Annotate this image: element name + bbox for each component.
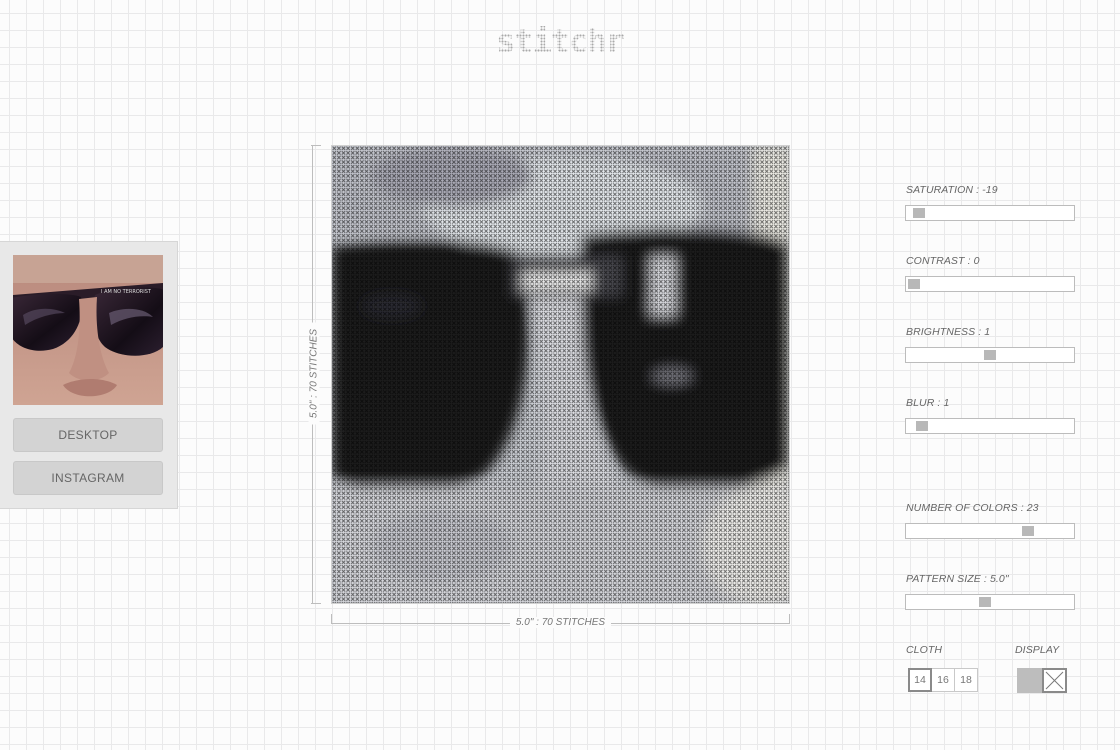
display-mode-selector	[1017, 668, 1067, 693]
display-label: DISPLAY	[1015, 644, 1060, 656]
image-source-panel: I AM NO TERRORIST DESKTOP INSTAGRAM	[0, 241, 178, 509]
cloth-label: CLOTH	[906, 644, 943, 656]
desktop-upload-button[interactable]: DESKTOP	[13, 418, 163, 452]
instagram-import-button[interactable]: INSTAGRAM	[13, 461, 163, 495]
source-thumbnail[interactable]: I AM NO TERRORIST	[13, 255, 163, 405]
number-of-colors-slider[interactable]	[905, 523, 1075, 539]
brightness-slider-thumb[interactable]	[984, 350, 996, 360]
pattern-size-label: PATTERN SIZE : 5.0"	[906, 573, 1009, 585]
saturation-label: SATURATION : -19	[906, 184, 998, 196]
svg-text:I AM NO TERRORIST: I AM NO TERRORIST	[101, 289, 152, 295]
pattern-height-label: 5.0" : 70 STITCHES	[308, 322, 320, 425]
cloth-option-14[interactable]: 14	[908, 668, 932, 692]
saturation-slider-thumb[interactable]	[912, 208, 925, 218]
pattern-width-ruler: 5.0" : 70 STITCHES	[331, 614, 790, 628]
contrast-label: CONTRAST : 0	[906, 255, 980, 267]
stitch-pattern-preview	[331, 145, 790, 604]
brightness-slider[interactable]	[905, 347, 1075, 363]
cross-stitch-icon[interactable]	[1042, 668, 1067, 693]
solid-fill-icon[interactable]	[1017, 668, 1042, 693]
blur-slider[interactable]	[905, 418, 1075, 434]
cloth-count-selector: 14 16 18	[908, 668, 978, 692]
app-logo: stitchr	[0, 22, 1120, 60]
blur-label: BLUR : 1	[906, 397, 950, 409]
blur-slider-thumb[interactable]	[915, 421, 928, 431]
contrast-slider-thumb[interactable]	[908, 279, 920, 289]
cloth-option-16[interactable]: 16	[931, 668, 955, 692]
saturation-slider[interactable]	[905, 205, 1075, 221]
pattern-size-slider[interactable]	[905, 594, 1075, 610]
pattern-height-ruler: 5.0" : 70 STITCHES	[308, 145, 321, 604]
contrast-slider[interactable]	[905, 276, 1075, 292]
sunglasses-photo-icon: I AM NO TERRORIST	[13, 255, 163, 405]
number-of-colors-label: NUMBER OF COLORS : 23	[906, 502, 1039, 514]
pattern-image	[332, 146, 789, 603]
brightness-label: BRIGHTNESS : 1	[906, 326, 991, 338]
pattern-width-label: 5.0" : 70 STITCHES	[509, 617, 612, 628]
number-of-colors-slider-thumb[interactable]	[1022, 526, 1034, 536]
cloth-option-18[interactable]: 18	[954, 668, 978, 692]
pattern-size-slider-thumb[interactable]	[979, 597, 992, 607]
